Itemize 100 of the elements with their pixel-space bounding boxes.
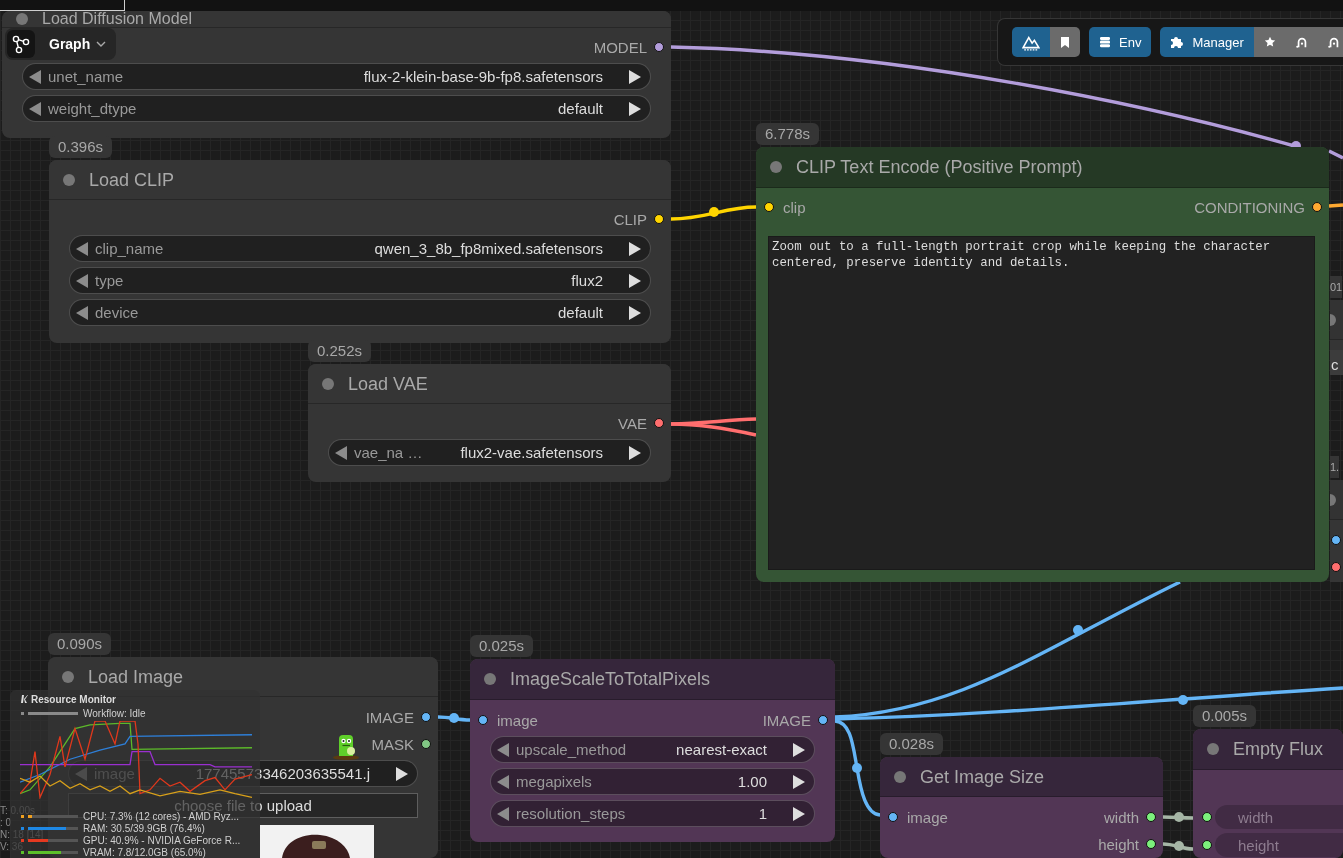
left-arrow-icon[interactable] bbox=[497, 742, 510, 757]
slot-label: CONDITIONING bbox=[1194, 198, 1305, 216]
toolbar-button[interactable]: Env bbox=[1089, 27, 1152, 57]
execution-time-badge: 0.396s bbox=[49, 136, 113, 158]
socket-icon[interactable] bbox=[421, 739, 431, 749]
execution-time-badge: 0.028s bbox=[880, 733, 944, 755]
toolbar-button[interactable] bbox=[1317, 27, 1343, 57]
database-icon bbox=[1099, 36, 1111, 48]
right-arrow-icon[interactable] bbox=[395, 766, 408, 781]
node-title: ImageScaleToTotalPixels bbox=[510, 670, 711, 688]
socket-icon[interactable] bbox=[421, 712, 431, 722]
execution-time-badge: 1. bbox=[1330, 456, 1340, 478]
right-arrow-icon[interactable] bbox=[628, 305, 641, 320]
right-arrow-icon[interactable] bbox=[792, 742, 805, 757]
node-dot-icon bbox=[770, 161, 782, 173]
arch-icon bbox=[1327, 36, 1340, 48]
socket-icon[interactable] bbox=[764, 202, 774, 212]
dropdown-widget[interactable]: c bbox=[1330, 350, 1343, 375]
logo-icon bbox=[20, 695, 28, 703]
right-arrow-icon[interactable] bbox=[628, 69, 641, 84]
link-wire bbox=[1163, 812, 1193, 822]
dropdown-widget[interactable]: device default bbox=[69, 299, 651, 326]
toolbar-button[interactable]: Manager bbox=[1160, 27, 1254, 57]
execution-time-badge: 01 bbox=[1330, 276, 1343, 298]
dropdown-widget[interactable]: megapixels 1.00 bbox=[490, 768, 815, 795]
right-arrow-icon[interactable] bbox=[628, 273, 641, 288]
node-dot-icon bbox=[322, 377, 334, 390]
slot-label: clip bbox=[783, 198, 806, 216]
toolbar-button[interactable] bbox=[1012, 27, 1050, 57]
toolbar-button[interactable] bbox=[1253, 27, 1286, 57]
node-title: Empty Flux bbox=[1233, 740, 1324, 758]
slot-label: MASK bbox=[371, 735, 414, 753]
left-arrow-icon[interactable] bbox=[29, 69, 42, 84]
node-title: Get Image Size bbox=[920, 767, 1045, 786]
mountain-icon bbox=[1022, 33, 1040, 51]
right-arrow-icon[interactable] bbox=[792, 774, 805, 789]
slot-label: image bbox=[497, 711, 538, 729]
dropdown-widget[interactable]: type flux2 bbox=[69, 267, 651, 294]
dropdown-widget[interactable]: upscale_method nearest-exact bbox=[490, 736, 815, 763]
panel-title: Resource Monitor bbox=[31, 693, 116, 705]
node-dot-icon bbox=[1207, 743, 1219, 755]
right-arrow-icon[interactable] bbox=[628, 241, 641, 256]
right-arrow-icon[interactable] bbox=[628, 101, 641, 116]
prompt-field[interactable]: Zoom out to a full-length portrait crop while keeping the character centered, preserve identity and details. bbox=[768, 236, 1315, 570]
bookmark-icon bbox=[1060, 35, 1070, 49]
slot-label: IMAGE bbox=[762, 711, 811, 729]
slot-label: CLIP bbox=[613, 210, 647, 228]
dropdown-widget[interactable]: weight_dtype default bbox=[22, 95, 651, 122]
slot-label: width bbox=[1103, 808, 1139, 826]
socket-icon[interactable] bbox=[1331, 535, 1341, 545]
slot-label: IMAGE bbox=[365, 708, 414, 726]
meter-label: RAM: 30.5/39.9GB (76.4%) bbox=[83, 822, 205, 834]
left-arrow-icon[interactable] bbox=[29, 101, 42, 116]
left-arrow-icon[interactable] bbox=[497, 774, 510, 789]
node-title: Load CLIP bbox=[89, 170, 175, 189]
socket-icon[interactable] bbox=[654, 42, 664, 52]
socket-icon[interactable] bbox=[654, 214, 664, 224]
socket-icon[interactable] bbox=[1146, 812, 1156, 822]
execution-time-badge: 0.025s bbox=[470, 635, 534, 657]
node-graph-icon bbox=[7, 30, 35, 58]
node-dot-icon bbox=[62, 670, 74, 683]
node-title: Load Image bbox=[88, 667, 184, 686]
node-dot-icon bbox=[894, 770, 906, 783]
left-arrow-icon[interactable] bbox=[76, 273, 89, 288]
socket-icon[interactable] bbox=[1331, 562, 1341, 572]
socket-icon[interactable] bbox=[888, 812, 898, 822]
left-arrow-icon[interactable] bbox=[335, 445, 348, 460]
node-dot-icon bbox=[484, 673, 496, 685]
socket-icon[interactable] bbox=[1202, 840, 1212, 850]
node-dot-icon bbox=[63, 173, 75, 186]
dropdown-widget[interactable]: unet_name flux-2-klein-base-9b-fp8.safetensors bbox=[22, 63, 651, 90]
arch-icon bbox=[1295, 36, 1308, 48]
star-icon bbox=[1263, 36, 1276, 48]
status-text: Workflow: Idle bbox=[83, 707, 146, 719]
socket-icon[interactable] bbox=[478, 715, 488, 725]
toolbar-button[interactable] bbox=[1050, 27, 1080, 57]
dropdown-widget[interactable]: vae_na … flux2-vae.safetensors bbox=[328, 439, 651, 466]
node-title: Load Diffusion Model bbox=[42, 11, 193, 27]
left-arrow-icon[interactable] bbox=[76, 241, 89, 256]
socket-icon[interactable] bbox=[1146, 839, 1156, 849]
slot-label: VAE bbox=[618, 414, 647, 432]
dropdown-widget[interactable]: resolution_steps 1 bbox=[490, 800, 815, 827]
link-wire bbox=[1162, 841, 1194, 851]
socket-icon[interactable] bbox=[1202, 812, 1212, 822]
left-arrow-icon[interactable] bbox=[76, 305, 89, 320]
chevron-down-icon bbox=[96, 39, 107, 49]
right-arrow-icon[interactable] bbox=[792, 806, 805, 821]
socket-icon[interactable] bbox=[1312, 202, 1322, 212]
socket-icon[interactable] bbox=[818, 715, 828, 725]
meter-label: GPU: 40.9% - NVIDIA GeForce R... bbox=[83, 834, 241, 846]
dropdown-widget[interactable]: clip_name qwen_3_8b_fp8mixed.safetensors bbox=[69, 235, 651, 262]
socket-icon[interactable] bbox=[654, 418, 664, 428]
link-wire bbox=[1328, 203, 1343, 208]
link-wire bbox=[437, 713, 471, 723]
left-arrow-icon[interactable] bbox=[497, 806, 510, 821]
slot-label: height bbox=[1098, 835, 1139, 853]
meter-label: CPU: 7.3% (12 cores) - AMD Ryz... bbox=[83, 810, 240, 822]
meter-label: VRAM: 7.8/12.0GB (65.0%) bbox=[83, 846, 206, 858]
right-arrow-icon[interactable] bbox=[628, 445, 641, 460]
graph-menu-button[interactable]: Graph bbox=[5, 28, 117, 60]
